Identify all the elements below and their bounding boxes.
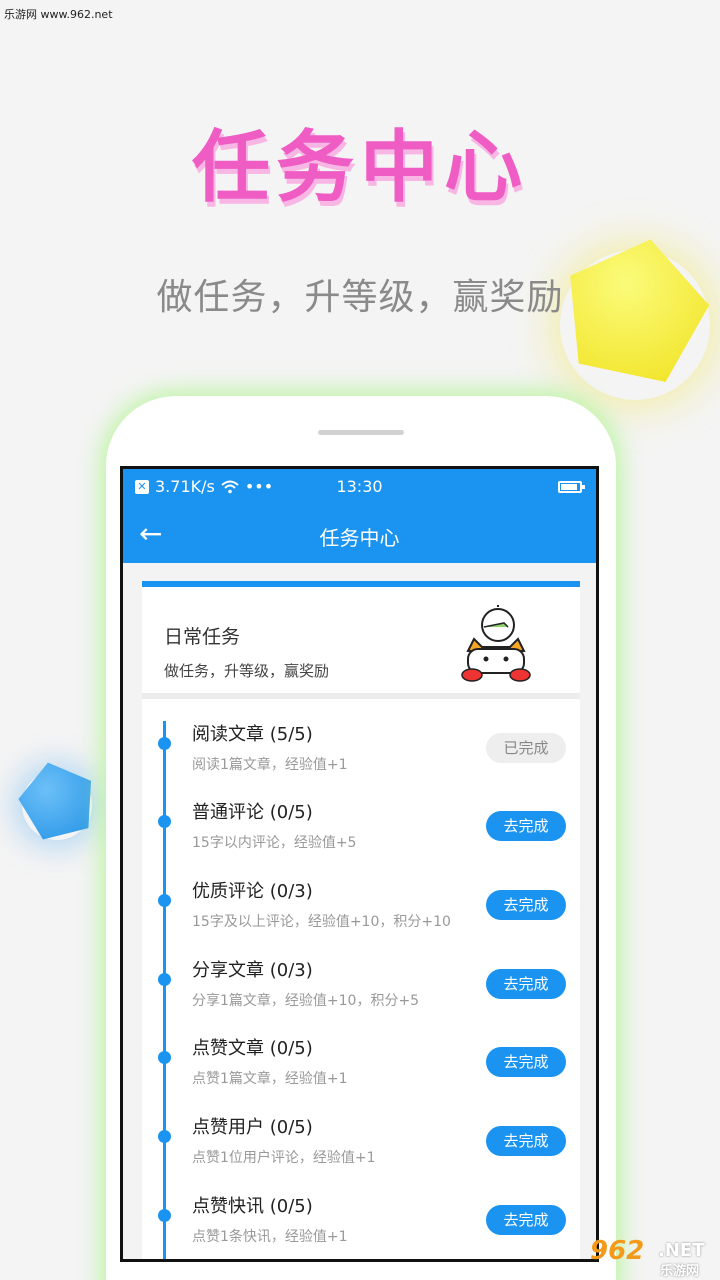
- timeline-dot: [158, 815, 171, 828]
- task-desc: 分享1篇文章，经验值+10，积分+5: [192, 993, 420, 1009]
- app-bar: ✕ 3.71K/s ••• 13:30 ← 任务中心: [123, 469, 596, 563]
- task-item-quality-comment: 优质评论 (0/3) 15字及以上评论，经验值+10，积分+10 去完成: [142, 862, 580, 940]
- task-go-button[interactable]: 去完成: [486, 1205, 566, 1235]
- task-card: 日常任务 做任务，升等级，赢奖励 阅读文章 (5/5) 阅读1篇文章，经验值+1…: [142, 581, 580, 1259]
- status-bar: ✕ 3.71K/s ••• 13:30: [123, 469, 596, 507]
- timeline-dot: [158, 737, 171, 750]
- timeline-dot: [158, 1051, 171, 1064]
- hero-subtitle: 做任务，升等级，赢奖励: [156, 277, 564, 318]
- task-title: 分享文章 (0/3): [192, 960, 313, 981]
- watermark-number: 962: [590, 1236, 645, 1266]
- task-go-button[interactable]: 去完成: [486, 811, 566, 841]
- watermark-logo: 962 .NET 乐游网: [590, 1236, 716, 1279]
- task-item-like-news: 点赞快讯 (0/5) 点赞1条快讯，经验值+1 去完成: [142, 1177, 580, 1255]
- task-title: 点赞文章 (0/5): [192, 1038, 313, 1059]
- daily-desc: 做任务，升等级，赢奖励: [164, 662, 330, 680]
- daily-title: 日常任务: [164, 626, 241, 648]
- task-item-share-article: 分享文章 (0/3) 分享1篇文章，经验值+10，积分+5 去完成: [142, 941, 580, 1019]
- watermark-text: 乐游网 www.962.net: [4, 8, 113, 21]
- task-desc: 15字以内评论，经验值+5: [192, 835, 357, 851]
- task-go-button[interactable]: 去完成: [486, 969, 566, 999]
- task-item-read-article: 阅读文章 (5/5) 阅读1篇文章，经验值+1 已完成: [142, 705, 580, 783]
- task-item-normal-comment: 普通评论 (0/5) 15字以内评论，经验值+5 去完成: [142, 783, 580, 861]
- task-desc: 15字及以上评论，经验值+10，积分+10: [192, 914, 451, 930]
- battery-icon: [558, 481, 585, 493]
- task-title: 优质评论 (0/3): [192, 881, 313, 902]
- phone-speaker: [318, 430, 404, 435]
- nav-row: ← 任务中心: [123, 509, 596, 563]
- section-divider: [142, 693, 580, 699]
- task-desc: 点赞1条快讯，经验值+1: [192, 1229, 348, 1245]
- task-title: 阅读文章 (5/5): [192, 724, 313, 745]
- task-title: 点赞快讯 (0/5): [192, 1196, 313, 1217]
- timeline-dot: [158, 973, 171, 986]
- task-desc: 点赞1位用户评论，经验值+1: [192, 1150, 376, 1166]
- task-desc: 阅读1篇文章，经验值+1: [192, 757, 348, 773]
- timeline-dot: [158, 1209, 171, 1222]
- page-title: 任务中心: [319, 526, 400, 550]
- task-go-button[interactable]: 去完成: [486, 890, 566, 920]
- status-time: 13:30: [336, 477, 383, 496]
- task-desc: 点赞1篇文章，经验值+1: [192, 1071, 348, 1087]
- task-title: 点赞用户 (0/5): [192, 1117, 313, 1138]
- task-title: 普通评论 (0/5): [192, 802, 313, 823]
- daily-header: 日常任务 做任务，升等级，赢奖励: [142, 587, 580, 693]
- task-item-like-user: 点赞用户 (0/5) 点赞1位用户评论，经验值+1 去完成: [142, 1098, 580, 1176]
- task-go-button[interactable]: 去完成: [486, 1047, 566, 1077]
- hero-title: 任务中心: [191, 123, 528, 213]
- task-completed-button[interactable]: 已完成: [486, 733, 566, 763]
- phone-frame: ✕ 3.71K/s ••• 13:30 ← 任务中心 日常任务 做任务，升等级，…: [106, 396, 616, 1280]
- timeline-dot: [158, 1130, 171, 1143]
- mascot-illustration: [461, 605, 531, 682]
- watermark-net: .NET: [658, 1240, 705, 1261]
- task-item-like-article: 点赞文章 (0/5) 点赞1篇文章，经验值+1 去完成: [142, 1019, 580, 1097]
- watermark-sub: 乐游网: [660, 1264, 700, 1279]
- task-go-button[interactable]: 去完成: [486, 1126, 566, 1156]
- phone-screen: ✕ 3.71K/s ••• 13:30 ← 任务中心 日常任务 做任务，升等级，…: [120, 466, 599, 1262]
- timeline-dot: [158, 894, 171, 907]
